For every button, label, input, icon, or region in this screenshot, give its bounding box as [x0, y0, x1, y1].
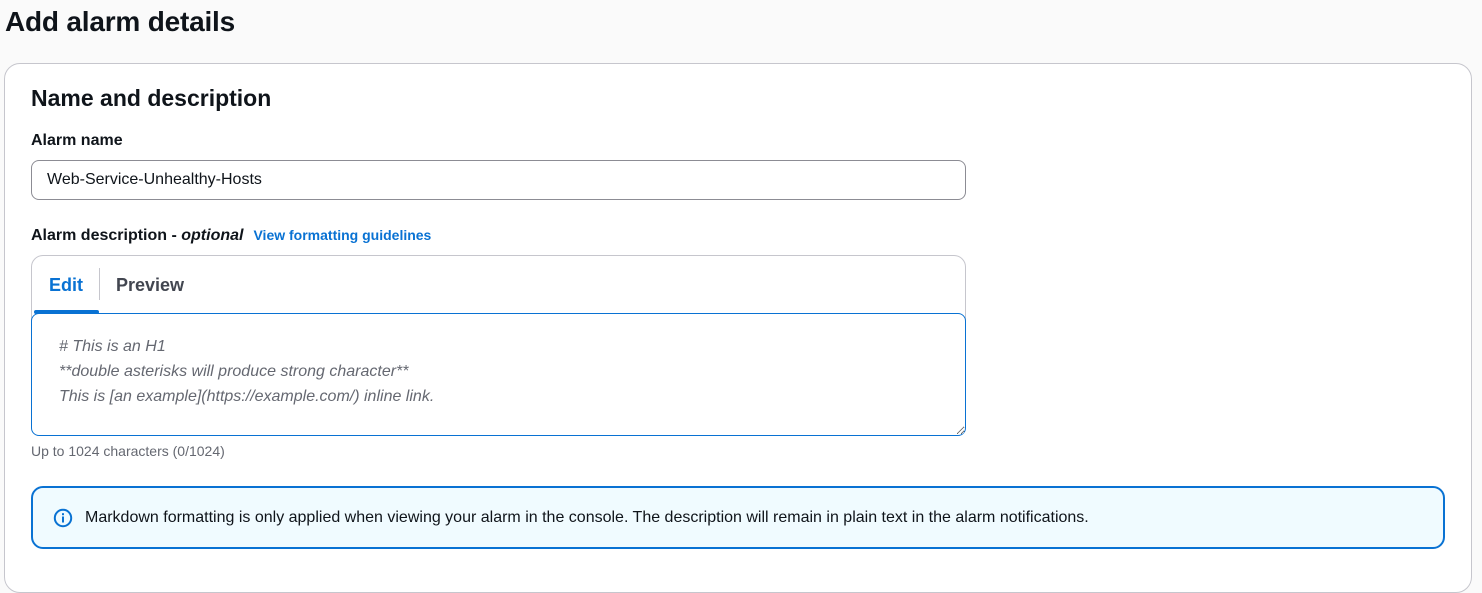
name-and-description-container: Name and description Alarm name Alarm de…: [4, 63, 1472, 593]
tab-preview[interactable]: Preview: [100, 256, 200, 314]
alarm-name-label: Alarm name: [31, 132, 123, 149]
optional-marker: optional: [181, 227, 244, 244]
description-editor: Edit Preview: [31, 255, 966, 436]
page-title: Add alarm details: [5, 6, 236, 37]
tab-edit[interactable]: Edit: [32, 256, 99, 314]
section-title: Name and description: [31, 85, 272, 111]
character-count-constraint: Up to 1024 characters (0/1024): [31, 443, 225, 459]
alarm-description-textarea[interactable]: [31, 313, 966, 436]
info-alert-text: Markdown formatting is only applied when…: [85, 508, 1089, 526]
alarm-name-input[interactable]: [31, 160, 966, 200]
info-alert: Markdown formatting is only applied when…: [31, 486, 1445, 549]
view-formatting-guidelines-link[interactable]: View formatting guidelines: [253, 227, 431, 243]
editor-tabs: Edit Preview: [32, 256, 200, 314]
alarm-description-label-text: Alarm description -: [31, 227, 182, 244]
info-icon: [53, 508, 73, 528]
alarm-description-label: Alarm description - optional View format…: [31, 227, 431, 245]
